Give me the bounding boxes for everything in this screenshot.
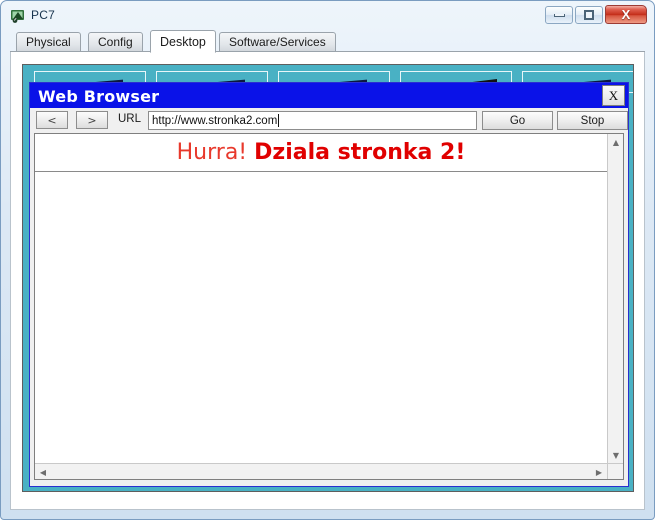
url-input-value: http://www.stronka2.com [152, 114, 278, 127]
desktop-surface[interactable]: Web Browser X < > URL http://www.stronka… [22, 64, 634, 492]
stop-button[interactable]: Stop [557, 111, 628, 130]
web-browser-close-button[interactable]: X [602, 85, 625, 106]
go-button[interactable]: Go [482, 111, 553, 130]
rendered-web-page: Hurra! Dziala stronka 2! [35, 134, 607, 463]
maximize-icon [584, 10, 594, 20]
vertical-scrollbar[interactable]: ▲ ▼ [607, 134, 623, 463]
scroll-left-icon[interactable]: ◀ [35, 464, 51, 480]
window-inner: PC7 X Physical Config Desktop Software/S… [4, 4, 651, 516]
horizontal-scrollbar[interactable]: ◀ ▶ [35, 463, 607, 479]
web-browser-window: Web Browser X < > URL http://www.stronka… [29, 82, 629, 487]
minimize-icon [553, 13, 565, 17]
web-browser-title: Web Browser [38, 87, 160, 106]
page-heading: Hurra! Dziala stronka 2! [35, 140, 607, 165]
browser-viewport: Hurra! Dziala stronka 2! ▲ ▼ ◀ ▶ [34, 133, 624, 480]
tab-desktop[interactable]: Desktop [150, 30, 216, 53]
close-icon: X [621, 7, 631, 22]
browser-toolbar: < > URL http://www.stronka2.com Go Stop [30, 108, 628, 132]
scroll-right-icon[interactable]: ▶ [591, 464, 607, 480]
scrollbar-corner [607, 463, 623, 479]
minimize-button[interactable] [545, 6, 573, 24]
scroll-up-icon[interactable]: ▲ [608, 134, 624, 150]
maximize-button[interactable] [575, 6, 603, 24]
page-heading-plain: Hurra! [176, 140, 248, 165]
page-heading-bold: Dziala stronka 2! [254, 140, 466, 165]
url-label: URL [118, 113, 142, 125]
device-tabs[interactable]: Physical Config Desktop Software/Service… [10, 30, 645, 53]
packet-tracer-device-icon [10, 8, 26, 24]
text-caret [278, 114, 280, 127]
pc-device-window: PC7 X Physical Config Desktop Software/S… [0, 0, 655, 520]
back-button[interactable]: < [36, 111, 68, 129]
page-horizontal-rule [35, 171, 607, 172]
forward-button[interactable]: > [76, 111, 108, 129]
close-icon: X [608, 87, 619, 103]
url-input[interactable]: http://www.stronka2.com [148, 111, 477, 130]
desktop-tab-pane: Web Browser X < > URL http://www.stronka… [10, 52, 645, 510]
tab-config[interactable]: Config [88, 32, 143, 52]
web-browser-titlebar[interactable]: Web Browser X [30, 83, 628, 108]
tab-physical[interactable]: Physical [16, 32, 81, 52]
scroll-down-icon[interactable]: ▼ [608, 447, 624, 463]
tab-software-services[interactable]: Software/Services [219, 32, 336, 52]
close-button[interactable]: X [605, 5, 647, 24]
window-titlebar[interactable]: PC7 X [4, 4, 651, 29]
window-title: PC7 [31, 8, 55, 22]
